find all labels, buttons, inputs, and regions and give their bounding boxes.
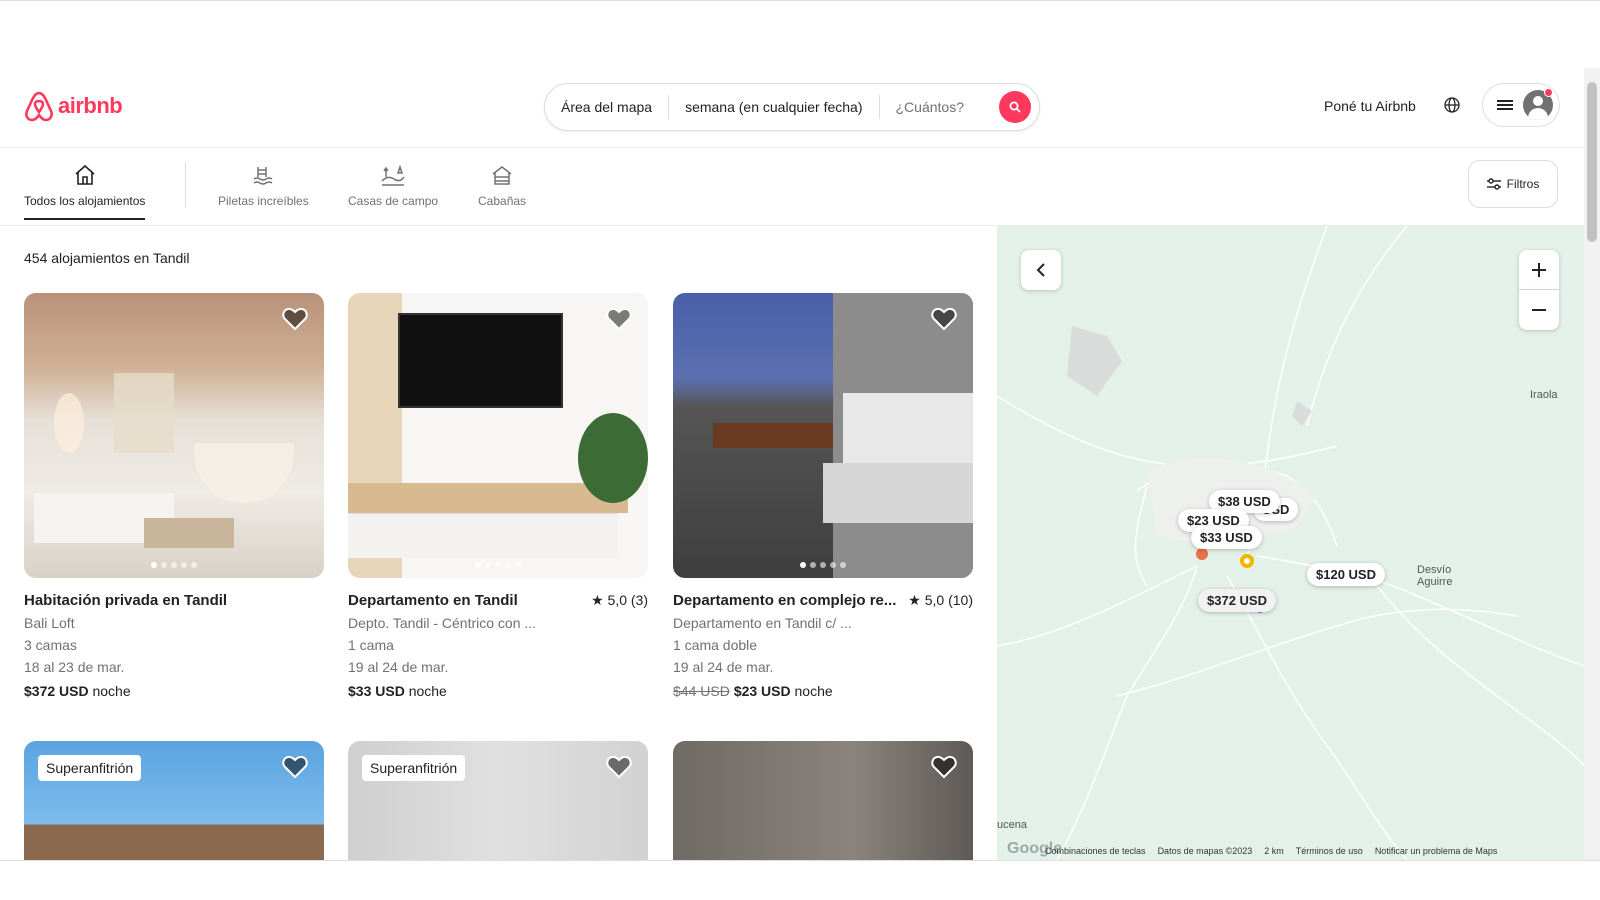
category-bar: Todos los alojamientos Piletas increíble… <box>0 148 1584 226</box>
map-footer-link[interactable]: Términos de uso <box>1296 846 1363 856</box>
search-button[interactable] <box>999 91 1031 123</box>
map-place-label: ucena <box>997 819 1027 831</box>
hamburger-menu-icon <box>1497 100 1513 110</box>
map-panel[interactable]: Iraola Desvío Aguirre ucena USD $38 USD … <box>997 226 1584 860</box>
listing-photo[interactable]: Superanfitrión <box>348 741 648 860</box>
photo-pagination-dots <box>673 562 973 568</box>
become-host-link[interactable]: Poné tu Airbnb <box>1324 98 1416 114</box>
map-price-pin[interactable]: $120 USD <box>1307 563 1385 586</box>
brand-name: airbnb <box>58 93 123 118</box>
map-footer-text: Datos de mapas ©2023 <box>1157 846 1253 856</box>
listing-card[interactable]: Habitación privada en Tandil Bali Loft 3… <box>24 293 324 699</box>
listing-rating: ★ 5,0 (10) <box>908 592 973 608</box>
plus-icon <box>1532 262 1546 277</box>
page-scrollbar[interactable] <box>1584 68 1600 860</box>
listing-card[interactable]: Departamento en Tandil ★ 5,0 (3) Depto. T… <box>348 293 648 699</box>
browser-bottom-area <box>0 860 1600 900</box>
tab-label: Casas de campo <box>348 194 439 208</box>
minus-icon <box>1532 309 1546 311</box>
map-footer: Combinaciones de teclas Datos de mapas ©… <box>997 842 1584 860</box>
listing-name: Departamento en Tandil c/ ... <box>673 615 852 631</box>
map-scale: 2 km <box>1264 846 1284 856</box>
listing-price: $33 USD noche <box>348 683 447 699</box>
zoom-in-button[interactable] <box>1519 250 1559 290</box>
site-header: airbnb Área del mapa semana (en cualquie… <box>0 68 1584 148</box>
house-icon <box>75 164 95 185</box>
map-place-label: Iraola <box>1530 389 1558 401</box>
filters-label: Filtros <box>1506 177 1540 191</box>
listing-dates: 19 al 24 de mar. <box>348 659 449 675</box>
listing-photo[interactable] <box>348 293 648 578</box>
listing-price: $372 USD noche <box>24 683 131 699</box>
superhost-badge: Superanfitrión <box>38 755 142 781</box>
scrollbar-thumb[interactable] <box>1587 82 1597 242</box>
favorite-heart-icon[interactable] <box>931 307 957 336</box>
favorite-heart-icon[interactable] <box>931 755 957 784</box>
tab-countryside[interactable]: Casas de campo <box>348 162 438 208</box>
language-button[interactable] <box>1444 97 1460 118</box>
favorite-heart-icon[interactable] <box>606 755 632 784</box>
favorite-heart-icon[interactable] <box>282 307 308 336</box>
map-roads <box>997 226 1584 860</box>
sliders-icon <box>1486 178 1501 190</box>
listing-beds: 3 camas <box>24 637 77 653</box>
listing-photo[interactable] <box>673 293 973 578</box>
tab-label: Cabañas <box>478 194 527 208</box>
listing-card[interactable]: Superanfitrión <box>348 741 648 860</box>
map-place-label: Desvío Aguirre <box>1417 564 1453 588</box>
favorite-heart-icon[interactable] <box>282 755 308 784</box>
photo-pagination-dots <box>348 562 648 568</box>
tab-label: Piletas increíbles <box>218 194 309 208</box>
listing-photo[interactable] <box>673 741 973 860</box>
listing-beds: 1 cama <box>348 637 394 653</box>
search-dates[interactable]: semana (en cualquier fecha) <box>669 99 878 115</box>
tab-amazing-pools[interactable]: Piletas increíbles <box>218 162 309 208</box>
countryside-icon <box>381 164 405 186</box>
listing-card[interactable]: Superanfitrión <box>24 741 324 860</box>
tab-label: Todos los alojamientos <box>24 194 146 208</box>
listing-rating: ★ 5,0 (3) <box>591 592 648 608</box>
user-menu-button[interactable] <box>1482 83 1560 127</box>
map-footer-link[interactable]: Notificar un problema de Maps <box>1375 846 1498 856</box>
notification-dot <box>1544 88 1553 97</box>
listing-beds: 1 cama doble <box>673 637 758 653</box>
favorite-heart-icon[interactable] <box>606 307 632 336</box>
search-bar[interactable]: Área del mapa semana (en cualquier fecha… <box>544 83 1040 131</box>
tab-cabins[interactable]: Cabañas <box>478 162 526 208</box>
listing-card[interactable] <box>673 741 973 860</box>
listing-dates: 18 al 23 de mar. <box>24 659 125 675</box>
chevron-left-icon <box>1036 263 1045 277</box>
results-count: 454 alojamientos en Tandil <box>24 250 190 266</box>
airbnb-logo[interactable]: airbnb <box>24 90 123 122</box>
listing-title: Departamento en Tandil <box>348 592 518 609</box>
listing-name: Bali Loft <box>24 615 75 631</box>
search-icon <box>1009 101 1021 113</box>
filters-button[interactable]: Filtros <box>1468 160 1558 208</box>
photo-pagination-dots <box>24 562 324 568</box>
original-price: $44 USD <box>673 683 730 699</box>
listing-card[interactable]: Departamento en complejo re... ★ 5,0 (10)… <box>673 293 973 699</box>
listing-price: $44 USD $23 USD noche <box>673 683 833 699</box>
listing-name: Depto. Tandil - Céntrico con ... <box>348 615 537 631</box>
listing-title: Departamento en complejo re... <box>673 592 897 609</box>
browser-top-area <box>0 0 1600 68</box>
category-divider <box>185 162 186 208</box>
map-price-pin-selected[interactable]: $372 USD <box>1198 589 1276 612</box>
listing-photo[interactable]: Superanfitrión <box>24 741 324 860</box>
zoom-out-button[interactable] <box>1519 290 1559 330</box>
airbnb-logo-icon <box>25 91 53 122</box>
listing-photo[interactable] <box>24 293 324 578</box>
tab-all-stays[interactable]: Todos los alojamientos <box>24 162 146 220</box>
map-price-pin[interactable]: $33 USD <box>1191 526 1262 549</box>
search-guests[interactable]: ¿Cuántos? <box>880 99 980 115</box>
listing-dates: 19 al 24 de mar. <box>673 659 774 675</box>
pool-icon <box>253 167 273 185</box>
globe-icon <box>1444 97 1460 113</box>
listing-title: Habitación privada en Tandil <box>24 592 228 609</box>
cabin-icon <box>492 166 512 185</box>
superhost-badge: Superanfitrión <box>362 755 466 781</box>
search-location[interactable]: Área del mapa <box>545 99 668 115</box>
map-footer-link[interactable]: Combinaciones de teclas <box>1045 846 1146 856</box>
collapse-map-button[interactable] <box>1021 250 1061 290</box>
